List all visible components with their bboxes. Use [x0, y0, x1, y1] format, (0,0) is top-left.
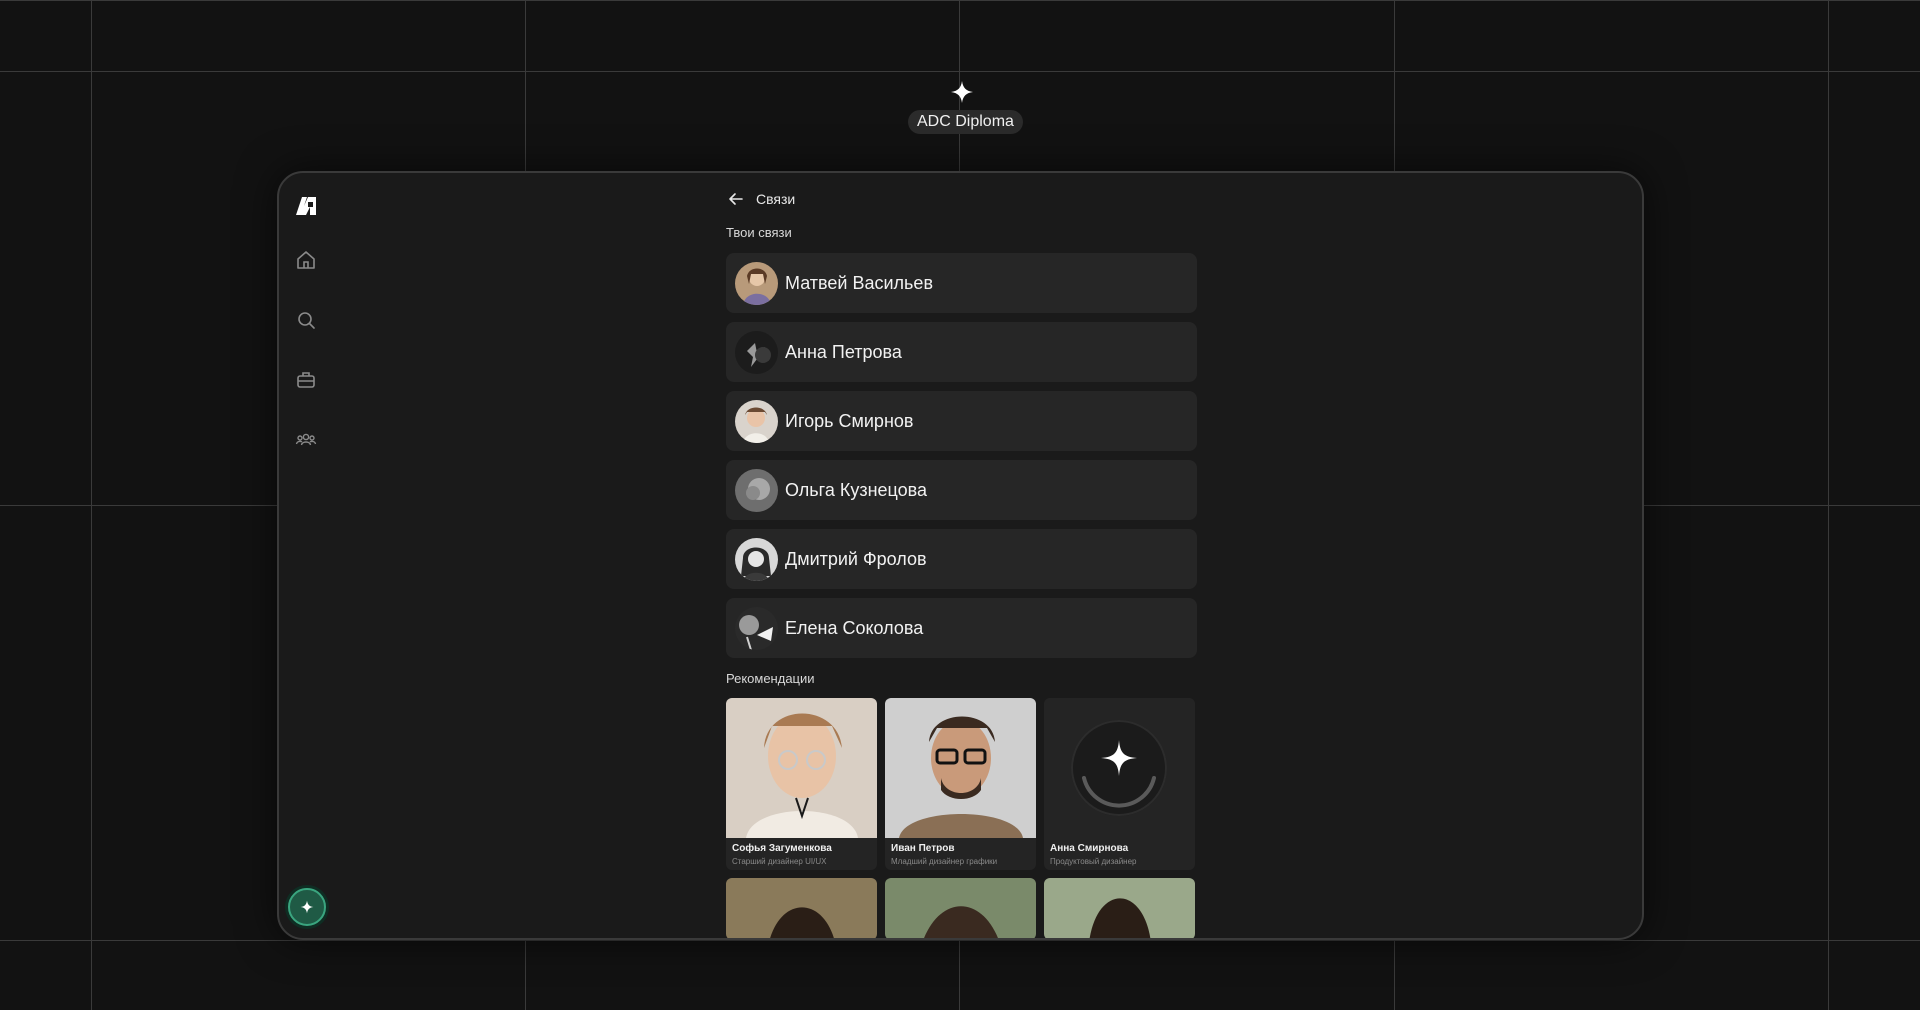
avatar — [735, 468, 778, 512]
profile-photo — [726, 698, 877, 838]
recommendation-role: Младший дизайнер графики — [891, 857, 998, 866]
avatar — [735, 537, 778, 581]
grid-line — [0, 940, 1920, 941]
grid-line — [0, 71, 1920, 72]
connection-name: Ольга Кузнецова — [785, 479, 928, 500]
connection-name: Анна Петрова — [785, 341, 902, 362]
avatar — [735, 399, 778, 443]
connection-item[interactable]: Ольга Кузнецова — [726, 460, 1197, 520]
profile-photo — [885, 878, 1036, 938]
home-icon[interactable] — [295, 249, 317, 271]
connection-name: Игорь Смирнов — [785, 410, 914, 431]
ai-placeholder — [1044, 698, 1195, 838]
recommendations-section-title: Рекомендации — [726, 671, 815, 686]
connection-item[interactable]: Дмитрий Фролов — [726, 529, 1197, 589]
connection-item[interactable]: Игорь Смирнов — [726, 391, 1197, 451]
back-arrow-icon[interactable] — [726, 189, 746, 209]
recommendation-card[interactable] — [885, 878, 1036, 938]
recommendation-role: Старший дизайнер UI/UX — [732, 857, 827, 866]
connection-name: Елена Соколова — [785, 617, 924, 638]
profile-photo — [885, 698, 1036, 838]
recommendation-card[interactable] — [1044, 878, 1195, 938]
connection-name: Матвей Васильев — [785, 272, 934, 293]
app-window: Связи Твои связи Матвей Васильев Анна Пе… — [277, 171, 1644, 940]
grid-line — [0, 0, 1920, 1]
connection-name: Дмитрий Фролов — [785, 548, 927, 569]
briefcase-icon[interactable] — [295, 369, 317, 391]
recommendation-name: Иван Петров — [891, 843, 955, 854]
badge-label: ADC Diploma — [908, 110, 1023, 134]
search-icon[interactable] — [295, 309, 317, 331]
app-logo[interactable] — [293, 193, 319, 219]
connection-item[interactable]: Елена Соколова — [726, 598, 1197, 658]
ai-assistant-button[interactable] — [288, 888, 326, 926]
connections-section-title: Твои связи — [726, 225, 792, 240]
profile-photo — [726, 878, 877, 938]
people-icon[interactable] — [295, 429, 317, 451]
connections-list: Матвей Васильев Анна Петрова Игорь Смирн… — [726, 253, 1197, 667]
avatar — [735, 261, 778, 305]
recommendations-grid: Софья Загуменкова Старший дизайнер UI/UX… — [726, 698, 1200, 938]
main-content: Связи Твои связи Матвей Васильев Анна Пе… — [726, 173, 1200, 938]
connection-item[interactable]: Матвей Васильев — [726, 253, 1197, 313]
sidebar — [279, 173, 339, 938]
recommendation-card[interactable]: Иван Петров Младший дизайнер графики — [885, 698, 1036, 870]
page-title: Связи — [756, 191, 796, 207]
avatar — [735, 330, 778, 374]
sparkle-icon — [951, 81, 973, 103]
avatar — [735, 606, 778, 650]
recommendation-card[interactable]: Софья Загуменкова Старший дизайнер UI/UX — [726, 698, 877, 870]
profile-photo — [1044, 878, 1195, 938]
recommendation-role: Продуктовый дизайнер — [1050, 857, 1137, 866]
project-badge: ADC Diploma — [908, 80, 1023, 134]
recommendation-card[interactable]: Анна Смирнова Продуктовый дизайнер — [1044, 698, 1195, 870]
recommendation-card[interactable] — [726, 878, 877, 938]
recommendation-name: Софья Загуменкова — [732, 843, 832, 854]
recommendation-name: Анна Смирнова — [1050, 843, 1129, 854]
sparkle-icon — [300, 900, 314, 914]
page-header: Связи — [726, 189, 795, 209]
connection-item[interactable]: Анна Петрова — [726, 322, 1197, 382]
